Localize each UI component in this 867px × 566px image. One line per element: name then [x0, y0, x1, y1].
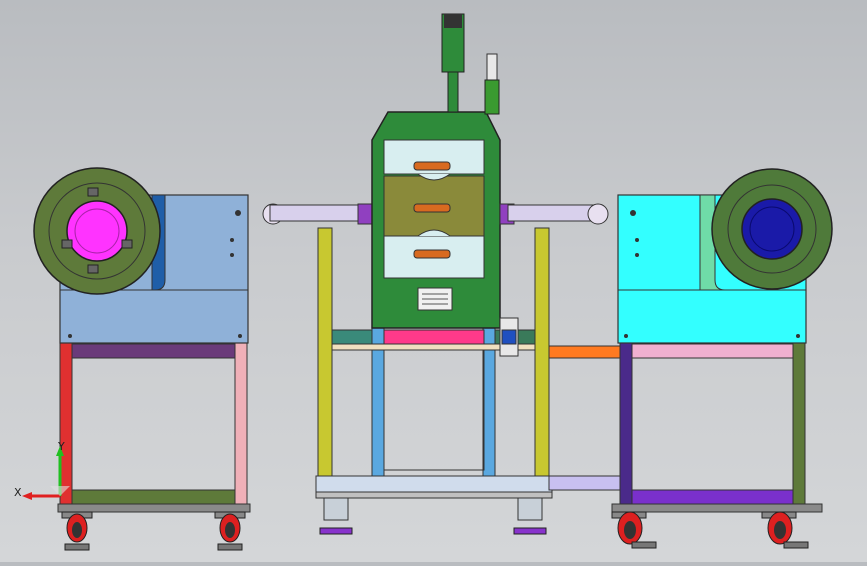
- left-disc-hub: [66, 200, 128, 262]
- assembly-drawing: [22, 13, 833, 551]
- left-bottom-rail-olive: [71, 489, 236, 505]
- right-cabinet: [611, 168, 833, 549]
- left-top-rail-purple: [71, 343, 236, 359]
- left-base-plate: [57, 503, 251, 513]
- center-machine: [315, 13, 622, 535]
- center-post-left-yellow: [317, 227, 333, 477]
- triad-y-label: Y: [58, 440, 65, 453]
- cad-viewport[interactable]: X Y: [0, 0, 867, 562]
- left-leg-pink: [234, 341, 248, 508]
- center-post-right-yellow: [534, 227, 550, 477]
- cylinder: [484, 79, 500, 115]
- center-base-rail: [315, 475, 553, 493]
- triad-x-label: X: [14, 486, 22, 499]
- left-leg-red: [59, 341, 73, 508]
- left-arm: [262, 203, 373, 225]
- right-leg-olive: [792, 341, 806, 508]
- right-disc-hub: [741, 198, 803, 260]
- right-bottom-rail-purple: [631, 489, 794, 505]
- left-cabinet: [33, 167, 251, 551]
- right-arm: [499, 203, 609, 225]
- right-leg-purple: [619, 341, 633, 508]
